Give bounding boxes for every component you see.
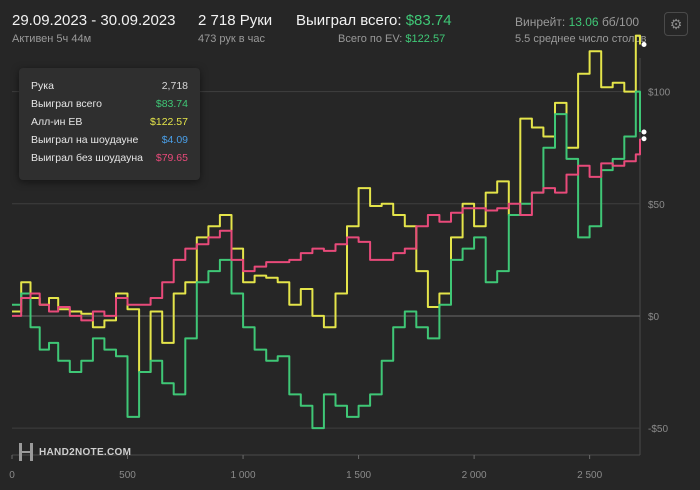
series-end-marker <box>641 129 647 135</box>
tooltip-label: Алл-ин EB <box>31 116 83 128</box>
tooltip-row: Алл-ин EB $122.57 <box>31 116 188 132</box>
tooltip-row: Выиграл без шоудауна $79.65 <box>31 152 188 168</box>
x-tick-label: 2 500 <box>577 470 602 481</box>
x-tick-label: 2 000 <box>462 470 487 481</box>
y-tick-label: $0 <box>648 312 660 323</box>
x-tick-label: 0 <box>9 470 15 481</box>
x-tick-label: 1 500 <box>346 470 371 481</box>
tooltip-row: Выиграл всего $83.74 <box>31 98 188 114</box>
tooltip-value: $79.65 <box>155 152 188 164</box>
tooltip-row: Выиграл на шоудауне $4.09 <box>31 134 188 150</box>
tooltip-value: $83.74 <box>155 98 188 110</box>
tooltip-value: $4.09 <box>161 134 188 146</box>
hand2note-logo: HAND2NOTE.COM <box>19 441 131 463</box>
tooltip-value: 2,718 <box>161 80 188 92</box>
logo-icon <box>19 443 33 461</box>
series-end-marker <box>641 136 647 142</box>
y-tick-label: -$50 <box>648 424 668 435</box>
x-tick-label: 1 000 <box>231 470 256 481</box>
tooltip-row: Рука 2,718 <box>31 80 188 96</box>
tooltip-label: Выиграл без шоудауна <box>31 152 143 164</box>
tooltip-value: $122.57 <box>150 116 188 128</box>
y-tick-label: $100 <box>648 88 671 99</box>
tooltip-label: Рука <box>31 80 54 92</box>
x-tick-label: 500 <box>119 470 136 481</box>
series-end-marker <box>641 42 647 48</box>
logo-text: HAND2NOTE.COM <box>39 446 132 458</box>
y-tick-label: $50 <box>648 200 665 211</box>
tooltip-label: Выиграл всего <box>31 98 102 110</box>
hover-tooltip: Рука 2,718 Выиграл всего $83.74 Алл-ин E… <box>19 68 200 180</box>
tooltip-label: Выиграл на шоудауне <box>31 134 139 146</box>
